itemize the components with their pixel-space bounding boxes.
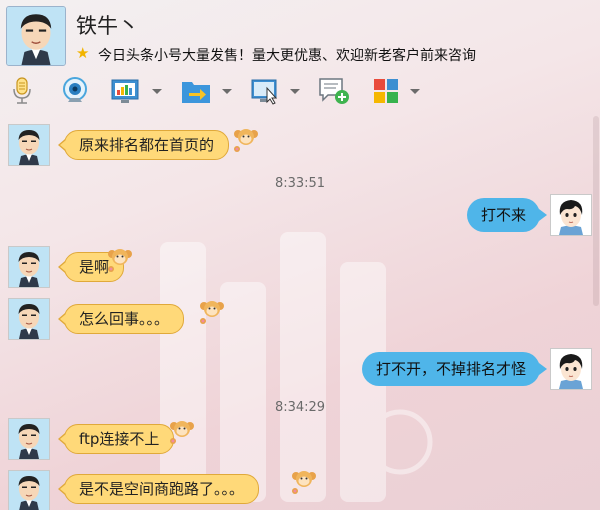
- sender-avatar[interactable]: [8, 246, 50, 288]
- chat-toolbar: [0, 70, 600, 112]
- contact-signature: 今日头条小号大量发售！量大更优惠、欢迎新老客户前来咨询: [98, 48, 476, 64]
- my-avatar[interactable]: [550, 348, 592, 390]
- sender-avatar[interactable]: [8, 124, 50, 166]
- monkey-bubble-icon: [106, 246, 134, 274]
- microphone-icon[interactable]: [10, 76, 34, 106]
- add-comment-icon[interactable]: [318, 76, 350, 106]
- my-avatar[interactable]: [550, 194, 592, 236]
- chevron-down-icon[interactable]: [290, 89, 300, 94]
- message-bubble-incoming[interactable]: 原来排名都在首页的: [57, 130, 230, 160]
- message-bubble-incoming[interactable]: 怎么回事。。。: [57, 304, 185, 334]
- sender-avatar[interactable]: [8, 470, 50, 510]
- monkey-bubble-icon: [198, 298, 226, 326]
- message-list[interactable]: 原来排名都在首页的 8:33:51 打不来 是啊 怎么回事。。。 打不开，不掉排…: [0, 112, 600, 510]
- contact-name[interactable]: 铁牛丶: [76, 10, 139, 40]
- chevron-down-icon[interactable]: [152, 89, 162, 94]
- message-timestamp: 8:33:51: [274, 176, 326, 191]
- apps-grid-icon[interactable]: [372, 76, 402, 106]
- message-bubble-incoming[interactable]: 是不是空间商跑路了。。。: [57, 474, 260, 504]
- message-bubble-outgoing[interactable]: 打不来: [466, 198, 548, 232]
- chevron-down-icon[interactable]: [222, 89, 232, 94]
- webcam-icon[interactable]: [60, 76, 90, 106]
- contact-avatar[interactable]: [6, 6, 66, 66]
- sender-avatar[interactable]: [8, 298, 50, 340]
- screen-share-icon[interactable]: [110, 76, 140, 106]
- message-bubble-outgoing[interactable]: 打不开，不掉排名才怪: [361, 352, 548, 386]
- message-timestamp: 8:34:29: [274, 400, 326, 415]
- scrollbar[interactable]: [592, 112, 600, 510]
- chevron-down-icon[interactable]: [410, 89, 420, 94]
- scrollbar-thumb[interactable]: [593, 116, 599, 306]
- file-transfer-icon[interactable]: [180, 76, 212, 106]
- star-icon: ★: [76, 44, 90, 62]
- remote-assist-icon[interactable]: [250, 76, 280, 106]
- chat-header: 铁牛丶 ★ 今日头条小号大量发售！量大更优惠、欢迎新老客户前来咨询: [0, 0, 600, 70]
- sender-avatar[interactable]: [8, 418, 50, 460]
- monkey-bubble-icon: [232, 126, 260, 154]
- monkey-bubble-icon: [168, 418, 196, 446]
- message-bubble-incoming[interactable]: ftp连接不上: [57, 424, 175, 454]
- monkey-bubble-icon: [290, 468, 318, 496]
